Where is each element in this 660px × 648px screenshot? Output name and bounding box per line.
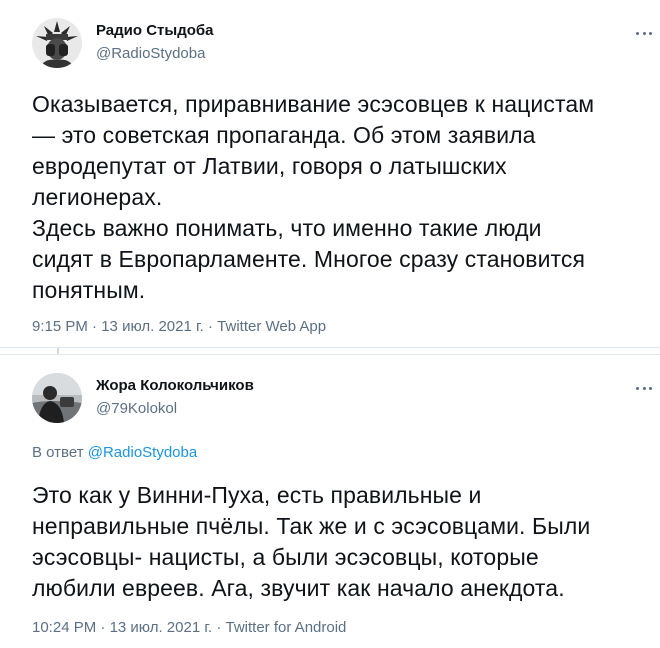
- tweet-date[interactable]: 13 июл. 2021 г.: [110, 619, 213, 636]
- tweet-meta: 9:15 PM · 13 июл. 2021 г. · Twitter Web …: [32, 318, 326, 335]
- person-avatar-icon: [32, 373, 82, 423]
- tweet-text-line: понятным.: [32, 277, 146, 303]
- tweet-text-line: любили евреев. Ага, звучит как начало ан…: [32, 575, 565, 601]
- tweet-text-line: Это как у Винни-Пуха, есть правильные и: [32, 482, 482, 508]
- author-handle[interactable]: @79Kolokol: [96, 400, 177, 417]
- author-name[interactable]: Жора Колокольчиков: [96, 377, 254, 394]
- meta-separator: ·: [216, 619, 222, 636]
- reply-mention-link[interactable]: @RadioStydoba: [88, 444, 197, 461]
- tweet-text-line: — это советская пропаганда. Об этом заяв…: [32, 122, 536, 148]
- more-options-icon[interactable]: [634, 23, 654, 43]
- tweet-text-line: Здесь важно понимать, что именно такие л…: [32, 215, 542, 241]
- meta-separator: ·: [207, 318, 213, 335]
- reply-tweet-card[interactable]: Жора Колокольчиков @79Kolokol В ответ @R…: [0, 354, 660, 648]
- tweet-text-line: Оказывается, приравнивание эсэсовцев к н…: [32, 91, 595, 117]
- tweet-time[interactable]: 9:15 PM: [32, 318, 88, 335]
- author-avatar[interactable]: [32, 373, 82, 423]
- meta-separator: ·: [92, 318, 98, 335]
- tweet-text-line: эсэсовцы- нацисты, а были эсэсовцы, кото…: [32, 544, 539, 570]
- tweet-card[interactable]: Радио Стыдоба @RadioStydoba Оказывается,…: [0, 0, 660, 348]
- tweet-date[interactable]: 13 июл. 2021 г.: [101, 318, 204, 335]
- tweet-text-line: неправильные пчёлы. Так же и с эсэсовцам…: [32, 513, 591, 539]
- meta-separator: ·: [100, 619, 106, 636]
- tweet-time[interactable]: 10:24 PM: [32, 619, 96, 636]
- tweet-text-line: евродепутат от Латвии, говоря о латышски…: [32, 153, 507, 179]
- tweet-source[interactable]: Twitter Web App: [217, 318, 326, 335]
- tweet-source[interactable]: Twitter for Android: [226, 619, 347, 636]
- reply-prefix: В ответ: [32, 444, 84, 461]
- author-name[interactable]: Радио Стыдоба: [96, 22, 214, 39]
- tweet-meta: 10:24 PM · 13 июл. 2021 г. · Twitter for…: [32, 619, 346, 636]
- tweet-text: Оказывается, приравнивание эсэсовцев к н…: [32, 89, 632, 306]
- author-avatar[interactable]: [32, 18, 82, 68]
- author-handle[interactable]: @RadioStydoba: [96, 45, 205, 62]
- tweet-text-line: сидят в Европарламенте. Многое сразу ста…: [32, 246, 586, 272]
- statue-avatar-icon: [32, 18, 82, 68]
- tweet-text-line: легионерах.: [32, 184, 163, 210]
- tweet-text: Это как у Винни-Пуха, есть правильные и …: [32, 480, 632, 604]
- reply-context: В ответ @RadioStydoba: [32, 444, 197, 461]
- more-options-icon[interactable]: [634, 378, 654, 398]
